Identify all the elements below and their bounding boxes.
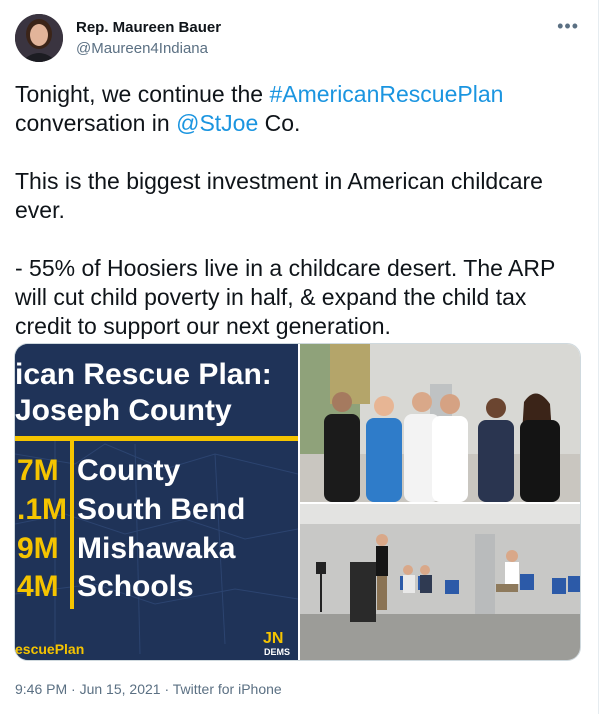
paragraph: This is the biggest investment in Americ… bbox=[15, 168, 550, 223]
label-south-bend: South Bend bbox=[77, 493, 245, 526]
mention-link[interactable]: @StJoe bbox=[176, 110, 258, 136]
tweet-text: Tonight, we continue the #AmericanRescue… bbox=[15, 80, 575, 341]
logo-top: JN bbox=[263, 630, 283, 647]
text-segment: Co. bbox=[258, 110, 301, 136]
paragraph: - 55% of Hoosiers live in a childcare de… bbox=[15, 255, 562, 339]
tweet-meta: 9:46 PM · Jun 15, 2021 · Twitter for iPh… bbox=[15, 681, 282, 697]
label-mishawaka: Mishawaka bbox=[77, 532, 236, 565]
text-segment: Tonight, we continue the bbox=[15, 81, 270, 107]
media-grid[interactable]: ican Rescue Plan: Joseph County 7M Count… bbox=[14, 343, 581, 661]
graphic-title-2: Joseph County bbox=[15, 394, 232, 427]
tweet-date[interactable]: Jun 15, 2021 bbox=[80, 681, 161, 697]
label-schools: Schools bbox=[77, 570, 194, 603]
amount-mishawaka: 9M bbox=[17, 532, 59, 565]
meta-separator: · bbox=[164, 681, 170, 697]
group-photo-image bbox=[300, 344, 580, 502]
event-photo[interactable] bbox=[300, 504, 580, 660]
text-segment: conversation in bbox=[15, 110, 177, 136]
graphic-title-1: ican Rescue Plan: bbox=[15, 358, 272, 391]
amount-county: 7M bbox=[17, 454, 59, 487]
meta-separator: · bbox=[71, 681, 76, 697]
avatar[interactable] bbox=[15, 14, 63, 62]
infographic-image[interactable]: ican Rescue Plan: Joseph County 7M Count… bbox=[15, 344, 298, 660]
amount-south-bend: .1M bbox=[17, 493, 67, 526]
author-name[interactable]: Rep. Maureen Bauer bbox=[76, 19, 221, 36]
logo-bottom: DEMS bbox=[264, 647, 290, 657]
label-county: County bbox=[77, 454, 181, 487]
author-handle[interactable]: @Maureen4Indiana bbox=[76, 40, 208, 57]
event-photo-image bbox=[300, 504, 580, 660]
tweet-card: Rep. Maureen Bauer @Maureen4Indiana ••• … bbox=[0, 0, 599, 714]
group-photo[interactable] bbox=[300, 344, 580, 502]
hashtag-link[interactable]: #AmericanRescuePlan bbox=[269, 81, 503, 107]
tweet-source[interactable]: Twitter for iPhone bbox=[173, 681, 282, 697]
infographic-graphic: ican Rescue Plan: Joseph County 7M Count… bbox=[15, 344, 298, 660]
more-options-icon[interactable]: ••• bbox=[557, 16, 579, 37]
amount-schools: 4M bbox=[17, 570, 59, 603]
tweet-time[interactable]: 9:46 PM bbox=[15, 681, 67, 697]
graphic-footer: escuePlan bbox=[15, 641, 84, 657]
